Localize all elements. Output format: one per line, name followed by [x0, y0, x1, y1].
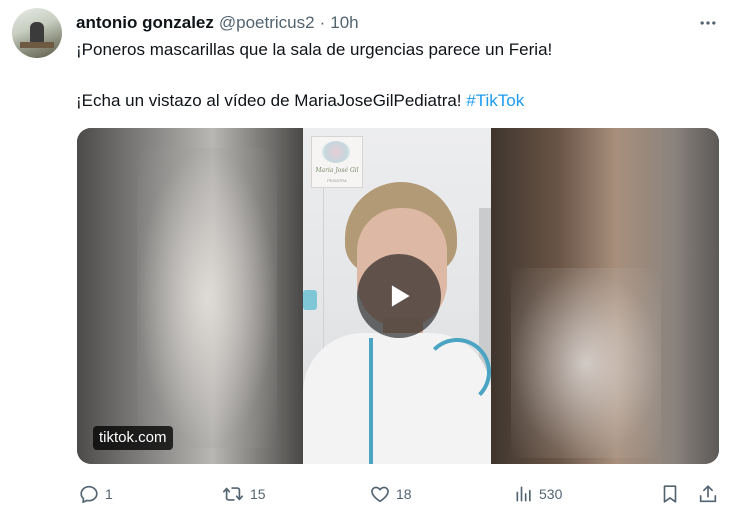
- more-horizontal-icon: [700, 21, 716, 25]
- clinic-logo: Maria José Gil PEDIATRA: [311, 136, 363, 188]
- video-blur-right: [491, 128, 719, 464]
- tweet-header: antonio gonzalez @poetricus2 · 10h: [76, 12, 359, 34]
- share-icon: [699, 485, 717, 503]
- clinic-logo-subtext: PEDIATRA: [327, 178, 347, 183]
- heart-icon: [371, 486, 389, 503]
- bookmark-button[interactable]: [659, 481, 681, 507]
- tweet-time[interactable]: 10h: [330, 13, 358, 33]
- retweet-count: 15: [250, 486, 266, 502]
- like-button[interactable]: 18: [369, 481, 412, 507]
- tweet-text-line2-body: ¡Echa un vistazo al vídeo de MariaJoseGi…: [76, 91, 462, 110]
- share-button[interactable]: [697, 481, 719, 507]
- like-count: 18: [396, 486, 412, 502]
- bookmark-icon: [663, 485, 677, 503]
- tweet-text-line1: ¡Poneros mascarillas que la sala de urge…: [76, 40, 553, 59]
- video-card[interactable]: Maria José Gil PEDIATRA tiktok.com: [77, 128, 719, 464]
- play-button[interactable]: [357, 254, 441, 338]
- retweet-button[interactable]: 15: [221, 481, 266, 507]
- tweet-actions: 1 15 18 530: [0, 481, 742, 507]
- retweet-icon: [223, 487, 243, 501]
- views-button[interactable]: 530: [514, 481, 562, 507]
- wall-dispenser: [303, 290, 317, 310]
- tweet-text-line2: ¡Echa un vistazo al vídeo de MariaJoseGi…: [76, 91, 524, 111]
- reply-icon: [80, 485, 98, 504]
- link-source-label[interactable]: tiktok.com: [93, 426, 173, 450]
- author-handle[interactable]: @poetricus2: [219, 13, 315, 33]
- separator-dot: ·: [319, 13, 326, 32]
- avatar-figure: [30, 22, 44, 44]
- video-blur-left: [77, 128, 303, 464]
- author-name[interactable]: antonio gonzalez: [76, 13, 214, 33]
- avatar[interactable]: [12, 8, 62, 58]
- tweet-card[interactable]: antonio gonzalez @poetricus2 · 10h ¡Pone…: [0, 0, 742, 522]
- avatar-bench: [20, 42, 54, 48]
- clinic-logo-text: Maria José Gil: [315, 167, 359, 174]
- stethoscope: [369, 338, 383, 464]
- play-icon: [391, 285, 410, 307]
- views-icon: [516, 486, 531, 502]
- views-count: 530: [539, 486, 563, 502]
- more-options-button[interactable]: [696, 12, 720, 34]
- reply-button[interactable]: 1: [78, 481, 113, 507]
- hashtag-link[interactable]: #TikTok: [466, 91, 524, 110]
- reply-count: 1: [105, 486, 113, 502]
